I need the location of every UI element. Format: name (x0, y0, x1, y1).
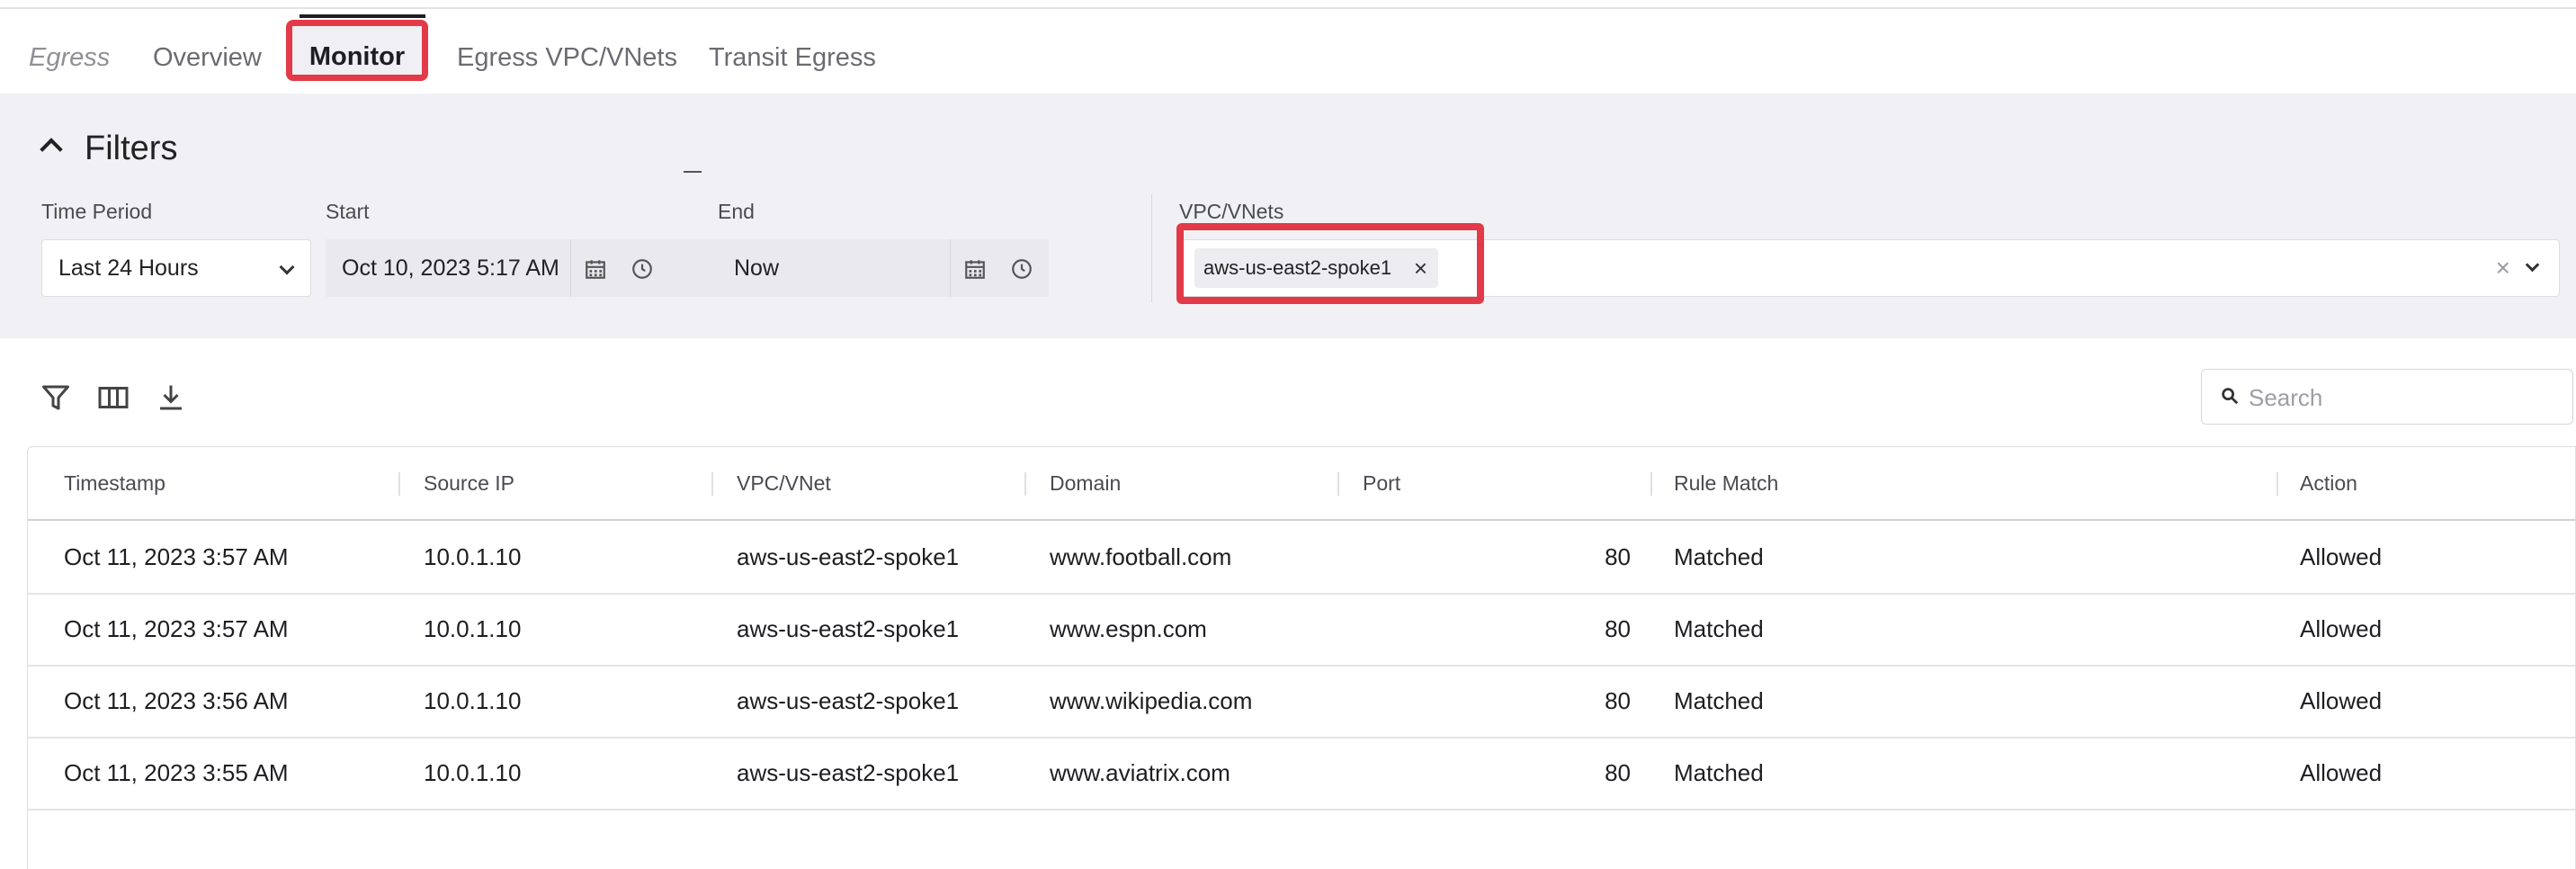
clock-icon[interactable] (1010, 257, 1033, 281)
end-date-value: Now (734, 255, 780, 281)
cell-domain: www.aviatrix.com (1050, 759, 1230, 786)
end-label: End (718, 200, 755, 223)
col-divider[interactable] (2276, 472, 2278, 496)
top-border (0, 0, 2576, 9)
cell-port: 80 (1605, 543, 1631, 570)
time-period-value: Last 24 Hours (58, 255, 199, 281)
table-row[interactable]: Oct 11, 2023 3:56 AM 10.0.1.10 aws-us-ea… (28, 665, 2575, 739)
cell-vpc-vnet: aws-us-east2-spoke1 (737, 615, 960, 642)
cell-action: Allowed (2300, 543, 2383, 570)
filters-divider (1151, 194, 1152, 302)
table-row[interactable]: Oct 11, 2023 3:57 AM 10.0.1.10 aws-us-ea… (28, 521, 2575, 595)
end-date-actions (950, 239, 1050, 297)
cell-timestamp: Oct 11, 2023 3:57 AM (64, 615, 289, 642)
col-divider[interactable] (1650, 472, 1652, 496)
col-divider[interactable] (398, 472, 400, 496)
tab-section-label: Egress (29, 43, 111, 72)
cell-domain: www.espn.com (1050, 615, 1207, 642)
cell-rule-match: Matched (1674, 687, 1764, 714)
cell-rule-match: Matched (1674, 543, 1764, 570)
col-vpc-vnet[interactable]: VPC/VNet (737, 447, 831, 519)
cell-source-ip: 10.0.1.10 (424, 687, 522, 714)
date-range-dash (684, 171, 702, 173)
col-source-ip[interactable]: Source IP (424, 447, 514, 519)
search-box[interactable] (2201, 369, 2573, 425)
cell-port: 80 (1605, 687, 1631, 714)
cell-source-ip: 10.0.1.10 (424, 543, 522, 570)
chevron-down-icon[interactable] (2525, 257, 2540, 273)
calendar-icon[interactable] (963, 257, 987, 281)
remove-chip-icon[interactable]: × (1414, 248, 1427, 288)
tab-transit-egress[interactable]: Transit Egress (709, 31, 876, 85)
columns-icon[interactable] (97, 381, 130, 414)
vpc-chip: aws-us-east2-spoke1 × (1194, 248, 1439, 288)
clock-icon[interactable] (631, 257, 654, 281)
vpc-vnets-label: VPC/VNets (1179, 200, 1284, 223)
col-domain[interactable]: Domain (1050, 447, 1121, 519)
vpc-chip-label: aws-us-east2-spoke1 (1203, 256, 1392, 279)
filter-icon[interactable] (40, 381, 72, 414)
cell-timestamp: Oct 11, 2023 3:55 AM (64, 759, 289, 786)
col-port[interactable]: Port (1363, 447, 1400, 519)
cell-action: Allowed (2300, 759, 2383, 786)
start-date-actions (570, 239, 670, 297)
chevron-up-icon (40, 138, 63, 161)
cell-timestamp: Oct 11, 2023 3:57 AM (64, 543, 289, 570)
chevron-down-icon (279, 259, 295, 275)
download-icon[interactable] (155, 381, 187, 414)
start-label: Start (326, 200, 370, 223)
cell-port: 80 (1605, 759, 1631, 786)
egress-log-table: Timestamp Source IP VPC/VNet Domain Port… (27, 446, 2576, 869)
cell-action: Allowed (2300, 615, 2383, 642)
tab-overview[interactable]: Overview (153, 31, 262, 85)
start-date-value: Oct 10, 2023 5:17 AM (342, 255, 559, 281)
calendar-icon[interactable] (584, 257, 607, 281)
col-divider[interactable] (1337, 472, 1339, 496)
clear-icon[interactable]: × (2496, 253, 2510, 283)
cell-domain: www.football.com (1050, 543, 1232, 570)
cell-timestamp: Oct 11, 2023 3:56 AM (64, 687, 289, 714)
table-row[interactable]: Oct 11, 2023 3:57 AM 10.0.1.10 aws-us-ea… (28, 593, 2575, 667)
filters-toggle[interactable]: Filters (40, 126, 178, 171)
tab-egress-vpc-vnets[interactable]: Egress VPC/VNets (457, 31, 677, 85)
search-input[interactable] (2247, 377, 2556, 418)
cell-rule-match: Matched (1674, 615, 1764, 642)
time-period-label: Time Period (41, 200, 153, 223)
cell-port: 80 (1605, 615, 1631, 642)
filters-title: Filters (85, 130, 178, 167)
time-period-select[interactable]: Last 24 Hours (41, 239, 311, 297)
cell-rule-match: Matched (1674, 759, 1764, 786)
col-timestamp[interactable]: Timestamp (64, 447, 165, 519)
cell-source-ip: 10.0.1.10 (424, 759, 522, 786)
filters-panel: Filters Time Period Last 24 Hours Start … (0, 94, 2576, 338)
col-divider[interactable] (711, 472, 713, 496)
cell-vpc-vnet: aws-us-east2-spoke1 (737, 687, 960, 714)
table-row[interactable]: Oct 11, 2023 3:55 AM 10.0.1.10 aws-us-ea… (28, 737, 2575, 811)
search-icon (2222, 388, 2239, 405)
col-divider[interactable] (1024, 472, 1026, 496)
cell-source-ip: 10.0.1.10 (424, 615, 522, 642)
cell-vpc-vnet: aws-us-east2-spoke1 (737, 759, 960, 786)
col-action[interactable]: Action (2300, 447, 2357, 519)
cell-action: Allowed (2300, 687, 2383, 714)
cell-vpc-vnet: aws-us-east2-spoke1 (737, 543, 960, 570)
table-header: Timestamp Source IP VPC/VNet Domain Port… (28, 447, 2575, 521)
tab-monitor[interactable]: Monitor (286, 14, 428, 81)
cell-domain: www.wikipedia.com (1050, 687, 1253, 714)
col-rule-match[interactable]: Rule Match (1674, 447, 1778, 519)
tab-bar: Egress Overview Monitor Egress VPC/VNets… (0, 9, 2576, 94)
